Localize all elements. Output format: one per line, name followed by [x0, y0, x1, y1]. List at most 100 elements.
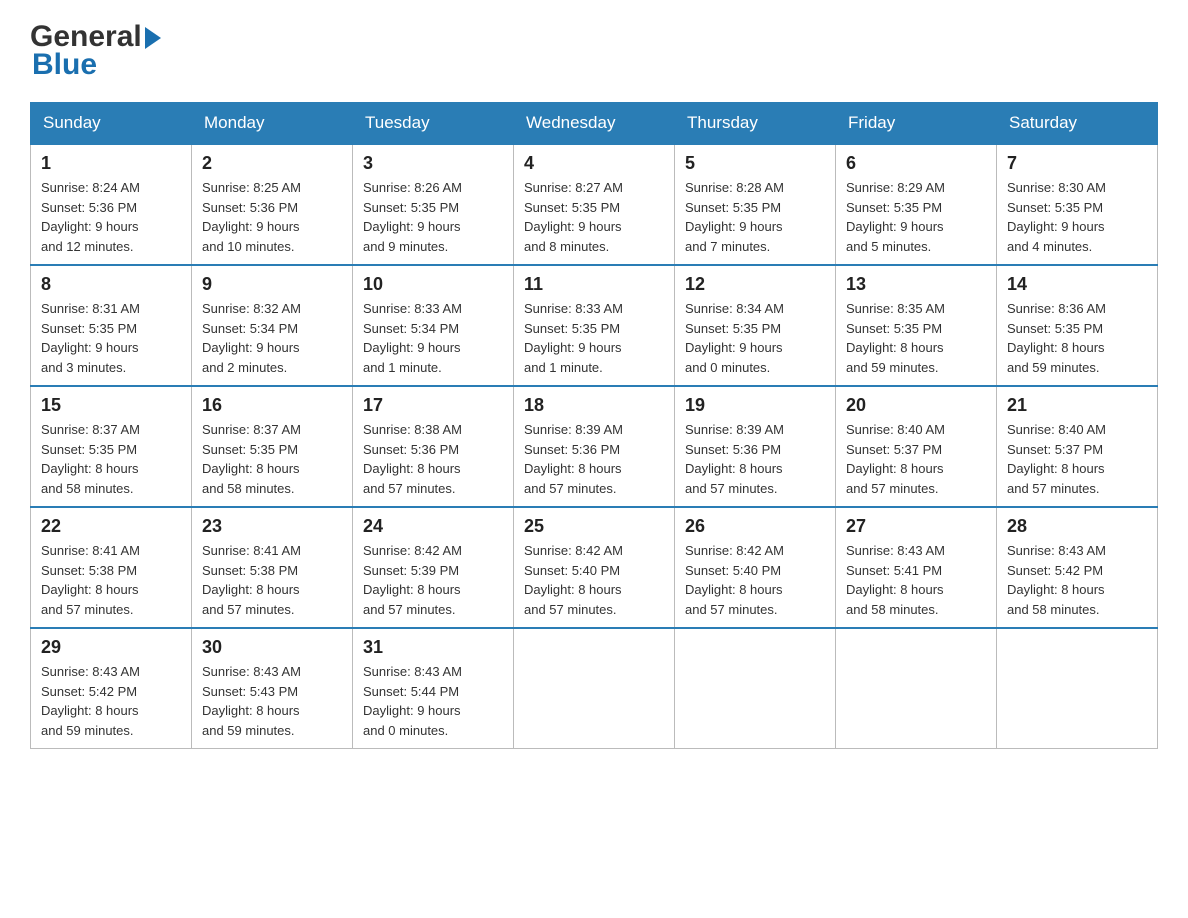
- calendar-cell: 18 Sunrise: 8:39 AMSunset: 5:36 PMDayligh…: [514, 386, 675, 507]
- day-info: Sunrise: 8:26 AMSunset: 5:35 PMDaylight:…: [363, 178, 503, 256]
- calendar-cell: 28 Sunrise: 8:43 AMSunset: 5:42 PMDayligh…: [997, 507, 1158, 628]
- day-number: 25: [524, 516, 664, 537]
- day-info: Sunrise: 8:32 AMSunset: 5:34 PMDaylight:…: [202, 299, 342, 377]
- day-info: Sunrise: 8:41 AMSunset: 5:38 PMDaylight:…: [41, 541, 181, 619]
- day-info: Sunrise: 8:41 AMSunset: 5:38 PMDaylight:…: [202, 541, 342, 619]
- calendar-cell: 21 Sunrise: 8:40 AMSunset: 5:37 PMDayligh…: [997, 386, 1158, 507]
- day-info: Sunrise: 8:42 AMSunset: 5:40 PMDaylight:…: [524, 541, 664, 619]
- day-info: Sunrise: 8:36 AMSunset: 5:35 PMDaylight:…: [1007, 299, 1147, 377]
- day-info: Sunrise: 8:34 AMSunset: 5:35 PMDaylight:…: [685, 299, 825, 377]
- calendar-cell: 10 Sunrise: 8:33 AMSunset: 5:34 PMDayligh…: [353, 265, 514, 386]
- calendar-cell: 26 Sunrise: 8:42 AMSunset: 5:40 PMDayligh…: [675, 507, 836, 628]
- calendar-cell: [514, 628, 675, 749]
- day-info: Sunrise: 8:33 AMSunset: 5:35 PMDaylight:…: [524, 299, 664, 377]
- day-info: Sunrise: 8:43 AMSunset: 5:42 PMDaylight:…: [41, 662, 181, 740]
- day-info: Sunrise: 8:24 AMSunset: 5:36 PMDaylight:…: [41, 178, 181, 256]
- calendar-cell: 24 Sunrise: 8:42 AMSunset: 5:39 PMDayligh…: [353, 507, 514, 628]
- week-row-5: 29Sunrise: 8:43 AMSunset: 5:42 PMDayligh…: [31, 628, 1158, 749]
- calendar-cell: 13Sunrise: 8:35 AMSunset: 5:35 PMDayligh…: [836, 265, 997, 386]
- week-row-3: 15 Sunrise: 8:37 AMSunset: 5:35 PMDayligh…: [31, 386, 1158, 507]
- calendar-cell: 4Sunrise: 8:27 AMSunset: 5:35 PMDaylight…: [514, 144, 675, 265]
- day-info: Sunrise: 8:28 AMSunset: 5:35 PMDaylight:…: [685, 178, 825, 256]
- calendar-cell: 1 Sunrise: 8:24 AMSunset: 5:36 PMDaylight…: [31, 144, 192, 265]
- day-number: 16: [202, 395, 342, 416]
- calendar-cell: [836, 628, 997, 749]
- day-number: 22: [41, 516, 181, 537]
- calendar-cell: 9 Sunrise: 8:32 AMSunset: 5:34 PMDaylight…: [192, 265, 353, 386]
- calendar-cell: 17 Sunrise: 8:38 AMSunset: 5:36 PMDayligh…: [353, 386, 514, 507]
- logo-arrow-icon: [145, 27, 161, 49]
- day-info: Sunrise: 8:25 AMSunset: 5:36 PMDaylight:…: [202, 178, 342, 256]
- col-header-monday: Monday: [192, 103, 353, 145]
- day-info: Sunrise: 8:39 AMSunset: 5:36 PMDaylight:…: [524, 420, 664, 498]
- day-number: 10: [363, 274, 503, 295]
- col-header-sunday: Sunday: [31, 103, 192, 145]
- calendar-cell: 11Sunrise: 8:33 AMSunset: 5:35 PMDayligh…: [514, 265, 675, 386]
- day-info: Sunrise: 8:42 AMSunset: 5:40 PMDaylight:…: [685, 541, 825, 619]
- day-info: Sunrise: 8:33 AMSunset: 5:34 PMDaylight:…: [363, 299, 503, 377]
- week-row-4: 22 Sunrise: 8:41 AMSunset: 5:38 PMDayligh…: [31, 507, 1158, 628]
- calendar-table: SundayMondayTuesdayWednesdayThursdayFrid…: [30, 102, 1158, 749]
- day-number: 20: [846, 395, 986, 416]
- day-number: 7: [1007, 153, 1147, 174]
- day-number: 8: [41, 274, 181, 295]
- day-info: Sunrise: 8:38 AMSunset: 5:36 PMDaylight:…: [363, 420, 503, 498]
- week-row-2: 8 Sunrise: 8:31 AMSunset: 5:35 PMDaylight…: [31, 265, 1158, 386]
- calendar-cell: 12 Sunrise: 8:34 AMSunset: 5:35 PMDayligh…: [675, 265, 836, 386]
- day-info: Sunrise: 8:31 AMSunset: 5:35 PMDaylight:…: [41, 299, 181, 377]
- calendar-cell: 20 Sunrise: 8:40 AMSunset: 5:37 PMDayligh…: [836, 386, 997, 507]
- day-info: Sunrise: 8:37 AMSunset: 5:35 PMDaylight:…: [202, 420, 342, 498]
- day-number: 2: [202, 153, 342, 174]
- day-info: Sunrise: 8:37 AMSunset: 5:35 PMDaylight:…: [41, 420, 181, 498]
- day-info: Sunrise: 8:40 AMSunset: 5:37 PMDaylight:…: [846, 420, 986, 498]
- calendar-cell: 8 Sunrise: 8:31 AMSunset: 5:35 PMDaylight…: [31, 265, 192, 386]
- day-number: 21: [1007, 395, 1147, 416]
- day-number: 17: [363, 395, 503, 416]
- day-number: 26: [685, 516, 825, 537]
- day-number: 9: [202, 274, 342, 295]
- day-number: 15: [41, 395, 181, 416]
- calendar-cell: 30Sunrise: 8:43 AMSunset: 5:43 PMDayligh…: [192, 628, 353, 749]
- day-number: 14: [1007, 274, 1147, 295]
- day-number: 12: [685, 274, 825, 295]
- day-number: 13: [846, 274, 986, 295]
- page-header: General Blue: [30, 20, 1158, 82]
- col-header-wednesday: Wednesday: [514, 103, 675, 145]
- calendar-cell: 3Sunrise: 8:26 AMSunset: 5:35 PMDaylight…: [353, 144, 514, 265]
- day-info: Sunrise: 8:43 AMSunset: 5:42 PMDaylight:…: [1007, 541, 1147, 619]
- day-number: 28: [1007, 516, 1147, 537]
- day-info: Sunrise: 8:40 AMSunset: 5:37 PMDaylight:…: [1007, 420, 1147, 498]
- day-info: Sunrise: 8:29 AMSunset: 5:35 PMDaylight:…: [846, 178, 986, 256]
- logo: General Blue: [30, 20, 161, 82]
- day-number: 19: [685, 395, 825, 416]
- calendar-cell: 19 Sunrise: 8:39 AMSunset: 5:36 PMDayligh…: [675, 386, 836, 507]
- calendar-cell: 23 Sunrise: 8:41 AMSunset: 5:38 PMDayligh…: [192, 507, 353, 628]
- calendar-cell: 2 Sunrise: 8:25 AMSunset: 5:36 PMDaylight…: [192, 144, 353, 265]
- day-info: Sunrise: 8:42 AMSunset: 5:39 PMDaylight:…: [363, 541, 503, 619]
- day-info: Sunrise: 8:27 AMSunset: 5:35 PMDaylight:…: [524, 178, 664, 256]
- calendar-cell: 15 Sunrise: 8:37 AMSunset: 5:35 PMDayligh…: [31, 386, 192, 507]
- calendar-cell: 29Sunrise: 8:43 AMSunset: 5:42 PMDayligh…: [31, 628, 192, 749]
- day-number: 24: [363, 516, 503, 537]
- col-header-thursday: Thursday: [675, 103, 836, 145]
- day-number: 31: [363, 637, 503, 658]
- day-number: 1: [41, 153, 181, 174]
- col-header-friday: Friday: [836, 103, 997, 145]
- calendar-cell: 31Sunrise: 8:43 AMSunset: 5:44 PMDayligh…: [353, 628, 514, 749]
- calendar-cell: 5 Sunrise: 8:28 AMSunset: 5:35 PMDaylight…: [675, 144, 836, 265]
- day-number: 6: [846, 153, 986, 174]
- calendar-cell: 7Sunrise: 8:30 AMSunset: 5:35 PMDaylight…: [997, 144, 1158, 265]
- header-row: SundayMondayTuesdayWednesdayThursdayFrid…: [31, 103, 1158, 145]
- col-header-tuesday: Tuesday: [353, 103, 514, 145]
- calendar-cell: [997, 628, 1158, 749]
- day-number: 23: [202, 516, 342, 537]
- calendar-cell: 27Sunrise: 8:43 AMSunset: 5:41 PMDayligh…: [836, 507, 997, 628]
- day-number: 5: [685, 153, 825, 174]
- calendar-cell: [675, 628, 836, 749]
- day-info: Sunrise: 8:43 AMSunset: 5:41 PMDaylight:…: [846, 541, 986, 619]
- day-number: 18: [524, 395, 664, 416]
- week-row-1: 1 Sunrise: 8:24 AMSunset: 5:36 PMDaylight…: [31, 144, 1158, 265]
- col-header-saturday: Saturday: [997, 103, 1158, 145]
- day-info: Sunrise: 8:39 AMSunset: 5:36 PMDaylight:…: [685, 420, 825, 498]
- logo-blue-text: Blue: [32, 48, 97, 82]
